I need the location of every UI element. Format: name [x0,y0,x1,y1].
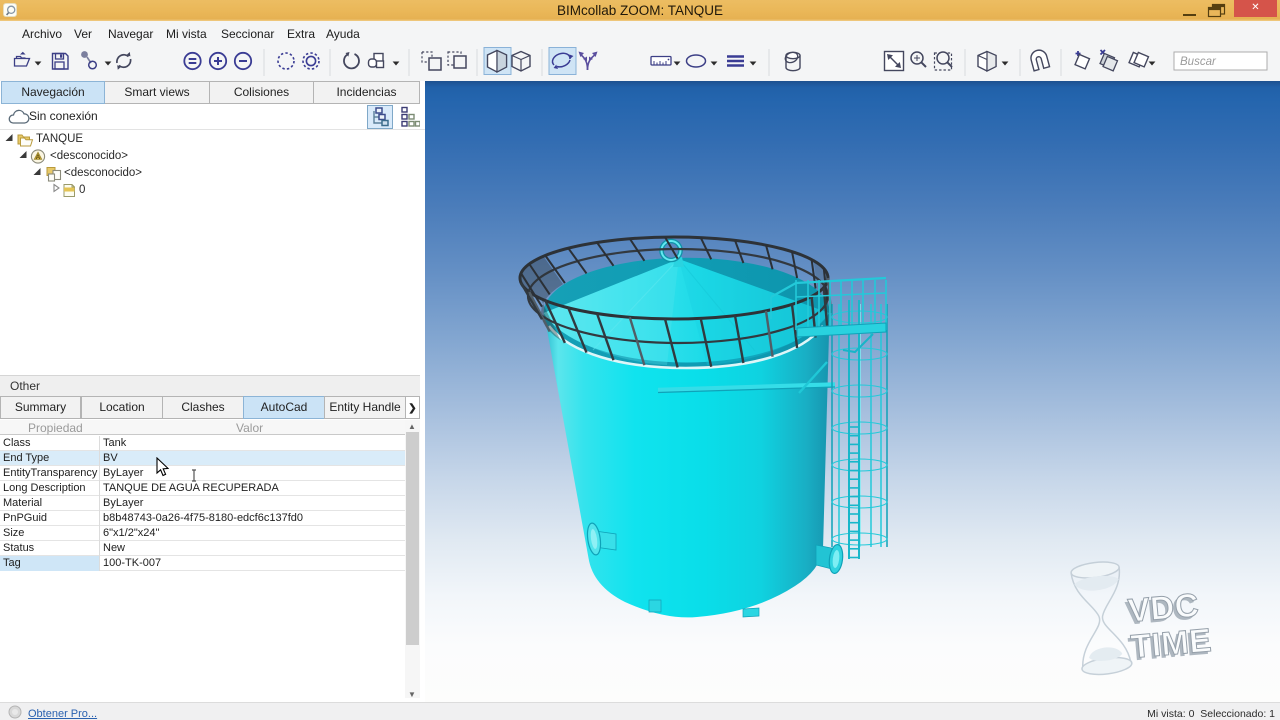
svg-text:TIME: TIME [1129,621,1213,665]
svg-text:Buscar: Buscar [1180,56,1217,68]
svg-text:A: A [36,154,41,161]
